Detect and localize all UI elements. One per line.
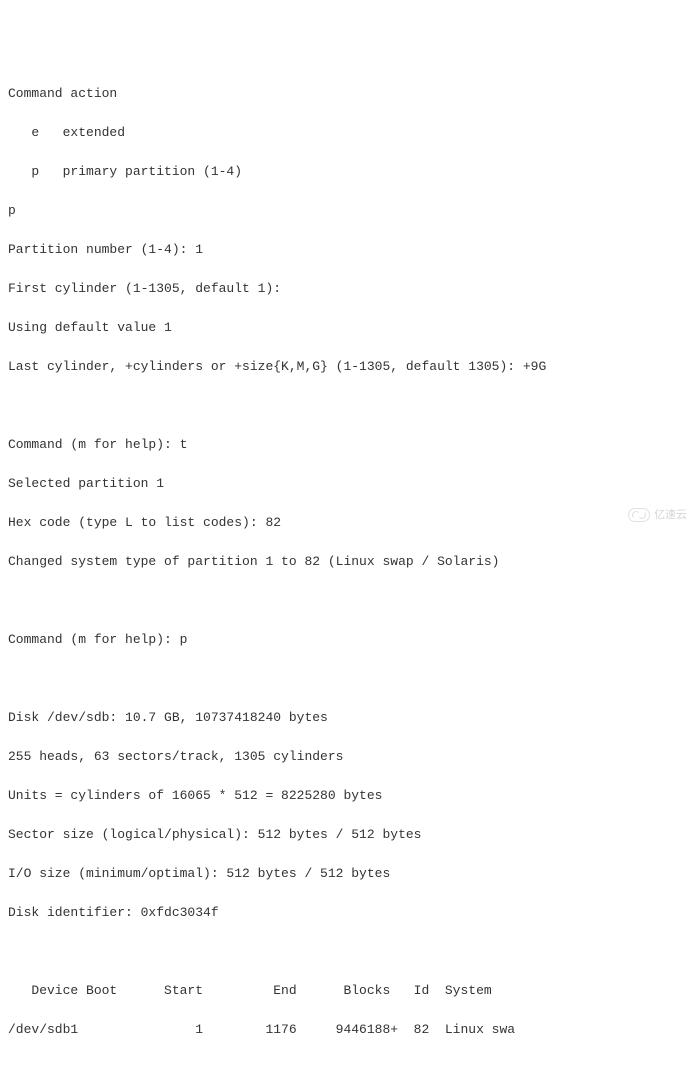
sector-size: Sector size (logical/physical): 512 byte… [8,825,689,845]
watermark-text: 亿速云 [654,507,687,524]
last-cylinder-prompt: Last cylinder, +cylinders or +size{K,M,G… [8,357,689,377]
blank-line [8,396,689,416]
command-action-header: Command action [8,84,689,104]
user-input-p: p [8,201,689,221]
disk-info: Disk /dev/sdb: 10.7 GB, 10737418240 byte… [8,708,689,728]
partition-number-prompt: Partition number (1-4): 1 [8,240,689,260]
option-extended: e extended [8,123,689,143]
units-info: Units = cylinders of 16065 * 512 = 82252… [8,786,689,806]
disk-identifier: Disk identifier: 0xfdc3034f [8,903,689,923]
hex-code-prompt: Hex code (type L to list codes): 82 [8,513,689,533]
changed-system-type: Changed system type of partition 1 to 82… [8,552,689,572]
blank-line [8,669,689,689]
command-t: Command (m for help): t [8,435,689,455]
option-primary: p primary partition (1-4) [8,162,689,182]
blank-line [8,591,689,611]
command-p: Command (m for help): p [8,630,689,650]
partition-table-row: /dev/sdb1 1 1176 9446188+ 82 Linux swa [8,1020,689,1040]
blank-line [8,942,689,962]
first-cylinder-prompt: First cylinder (1-1305, default 1): [8,279,689,299]
watermark: 亿速云 [628,507,687,524]
io-size: I/O size (minimum/optimal): 512 bytes / … [8,864,689,884]
default-value-line: Using default value 1 [8,318,689,338]
heads-info: 255 heads, 63 sectors/track, 1305 cylind… [8,747,689,767]
partition-table-header: Device Boot Start End Blocks Id System [8,981,689,1001]
watermark-logo-icon [628,508,650,522]
selected-partition: Selected partition 1 [8,474,689,494]
